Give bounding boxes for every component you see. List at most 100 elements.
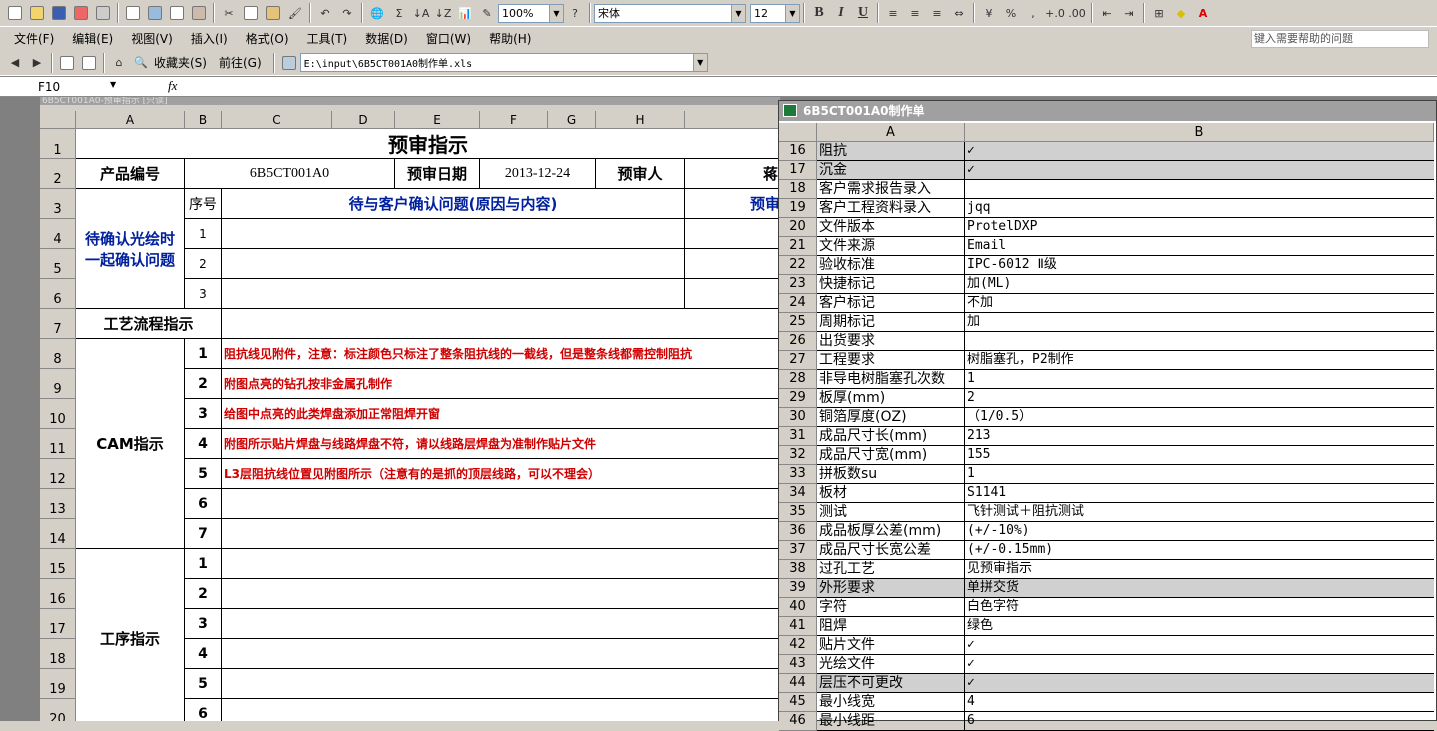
row-header[interactable]: 33 xyxy=(779,465,817,484)
goto-menu[interactable]: 前往(G) xyxy=(219,54,262,71)
field-value-cell[interactable]: ✓ xyxy=(965,655,1434,674)
confirm-review-cell[interactable] xyxy=(685,279,780,309)
row-header[interactable]: 41 xyxy=(779,617,817,636)
field-value-cell[interactable]: ProtelDXP xyxy=(965,218,1434,237)
cam-item[interactable] xyxy=(222,519,780,549)
row-header[interactable]: 26 xyxy=(779,332,817,351)
confirm-review-cell[interactable] xyxy=(685,249,780,279)
field-name-cell[interactable]: 文件版本 xyxy=(817,218,965,237)
cam-num[interactable]: 3 xyxy=(185,399,222,429)
field-name-cell[interactable]: 快捷标记 xyxy=(817,275,965,294)
comma-button[interactable]: , xyxy=(1023,3,1043,23)
print-icon[interactable] xyxy=(93,3,113,23)
window-title-bar[interactable]: 6B5CT001A0制作单 xyxy=(779,101,1436,121)
row-header[interactable]: 35 xyxy=(779,503,817,522)
row-header[interactable]: 3 xyxy=(40,189,76,219)
field-value-cell[interactable]: 单拼交货 xyxy=(965,579,1434,598)
row-header[interactable]: 11 xyxy=(40,429,76,459)
field-name-cell[interactable]: 客户标记 xyxy=(817,294,965,313)
field-name-cell[interactable]: 验收标准 xyxy=(817,256,965,275)
italic-button[interactable]: I xyxy=(831,3,851,23)
field-name-cell[interactable]: 字符 xyxy=(817,598,965,617)
row-header[interactable]: 40 xyxy=(779,598,817,617)
column-header[interactable]: E xyxy=(395,111,480,129)
hyperlink-icon[interactable]: 🌐 xyxy=(367,3,387,23)
question-header[interactable]: 待与客户确认问题(原因与内容) xyxy=(222,189,685,219)
field-name-cell[interactable]: 测试 xyxy=(817,503,965,522)
confirm-issues-label[interactable]: 待确认光绘时一起确认问题 xyxy=(76,189,185,309)
process-num[interactable]: 1 xyxy=(185,549,222,579)
menu-file[interactable]: 文件(F) xyxy=(14,30,54,47)
row-header[interactable]: 19 xyxy=(779,199,817,218)
row-header[interactable]: 22 xyxy=(779,256,817,275)
field-name-cell[interactable]: 外形要求 xyxy=(817,579,965,598)
column-header[interactable]: A xyxy=(817,123,965,142)
underline-button[interactable]: U xyxy=(853,3,873,23)
process-num[interactable]: 2 xyxy=(185,579,222,609)
cam-num[interactable]: 2 xyxy=(185,369,222,399)
increase-decimal-icon[interactable]: +.0 xyxy=(1045,3,1065,23)
bold-button[interactable]: B xyxy=(809,3,829,23)
row-header[interactable]: 12 xyxy=(40,459,76,489)
process-num[interactable]: 6 xyxy=(185,699,222,721)
field-name-cell[interactable]: 贴片文件 xyxy=(817,636,965,655)
menu-insert[interactable]: 插入(I) xyxy=(191,30,228,47)
menu-format[interactable]: 格式(O) xyxy=(246,30,289,47)
row-header[interactable]: 2 xyxy=(40,159,76,189)
row-header[interactable]: 43 xyxy=(779,655,817,674)
confirm-question-cell[interactable] xyxy=(222,219,685,249)
permission-icon[interactable] xyxy=(71,3,91,23)
field-name-cell[interactable]: 板材 xyxy=(817,484,965,503)
process-item[interactable] xyxy=(222,579,780,609)
cut-icon[interactable]: ✂ xyxy=(219,3,239,23)
row-header[interactable]: 17 xyxy=(40,609,76,639)
cam-num[interactable]: 5 xyxy=(185,459,222,489)
row-header[interactable]: 24 xyxy=(779,294,817,313)
redo-icon[interactable]: ↷ xyxy=(337,3,357,23)
field-name-cell[interactable]: 铜箔厚度(OZ) xyxy=(817,408,965,427)
row-header[interactable]: 20 xyxy=(40,699,76,721)
field-name-cell[interactable]: 阻焊 xyxy=(817,617,965,636)
research-book-icon[interactable] xyxy=(189,3,209,23)
field-value-cell[interactable]: IPC-6012 Ⅱ级 xyxy=(965,256,1434,275)
field-value-cell[interactable]: 4 xyxy=(965,693,1434,712)
row-header[interactable]: 19 xyxy=(40,669,76,699)
research-icon[interactable] xyxy=(145,3,165,23)
field-value-cell[interactable]: 1 xyxy=(965,370,1434,389)
field-value-cell[interactable]: ✓ xyxy=(965,636,1434,655)
row-header[interactable]: 13 xyxy=(40,489,76,519)
process-num[interactable]: 3 xyxy=(185,609,222,639)
field-name-cell[interactable]: 客户需求报告录入 xyxy=(817,180,965,199)
cam-item[interactable]: 阻抗线见附件，注意：标注颜色只标注了整条阻抗线的一截线，但是整条线都需控制阻抗 xyxy=(222,339,780,369)
forward-icon[interactable]: ▶ xyxy=(27,53,47,73)
row-header[interactable]: 30 xyxy=(779,408,817,427)
field-value-cell[interactable]: (+/-0.15mm) xyxy=(965,541,1434,560)
percent-button[interactable]: % xyxy=(1001,3,1021,23)
field-name-cell[interactable]: 非导电树脂塞孔次数 xyxy=(817,370,965,389)
font-color-icon[interactable]: A xyxy=(1193,3,1213,23)
field-name-cell[interactable]: 出货要求 xyxy=(817,332,965,351)
row-header[interactable]: 39 xyxy=(779,579,817,598)
select-all-corner[interactable] xyxy=(779,123,817,142)
merge-center-icon[interactable]: ⇔ xyxy=(949,3,969,23)
confirm-num[interactable]: 3 xyxy=(185,279,222,309)
paste-icon[interactable] xyxy=(263,3,283,23)
field-value-cell[interactable]: 见预审指示 xyxy=(965,560,1434,579)
field-value-cell[interactable]: (+/-10%) xyxy=(965,522,1434,541)
field-value-cell[interactable] xyxy=(965,332,1434,351)
cam-num[interactable]: 7 xyxy=(185,519,222,549)
row-header[interactable]: 18 xyxy=(40,639,76,669)
autosum-icon[interactable]: Σ xyxy=(389,3,409,23)
font-select[interactable]: 宋体 ▼ xyxy=(594,3,746,23)
row-header[interactable]: 8 xyxy=(40,339,76,369)
field-value-cell[interactable]: 不加 xyxy=(965,294,1434,313)
name-box[interactable]: F10 xyxy=(0,78,120,96)
row-header[interactable]: 21 xyxy=(779,237,817,256)
column-header[interactable]: H xyxy=(596,111,685,129)
align-center-icon[interactable]: ≡ xyxy=(905,3,925,23)
row-header[interactable]: 10 xyxy=(40,399,76,429)
menu-tools[interactable]: 工具(T) xyxy=(307,30,348,47)
fx-icon[interactable]: fx xyxy=(168,78,177,94)
row-header[interactable]: 4 xyxy=(40,219,76,249)
cam-item[interactable]: 附图点亮的钻孔按非金属孔制作 xyxy=(222,369,780,399)
